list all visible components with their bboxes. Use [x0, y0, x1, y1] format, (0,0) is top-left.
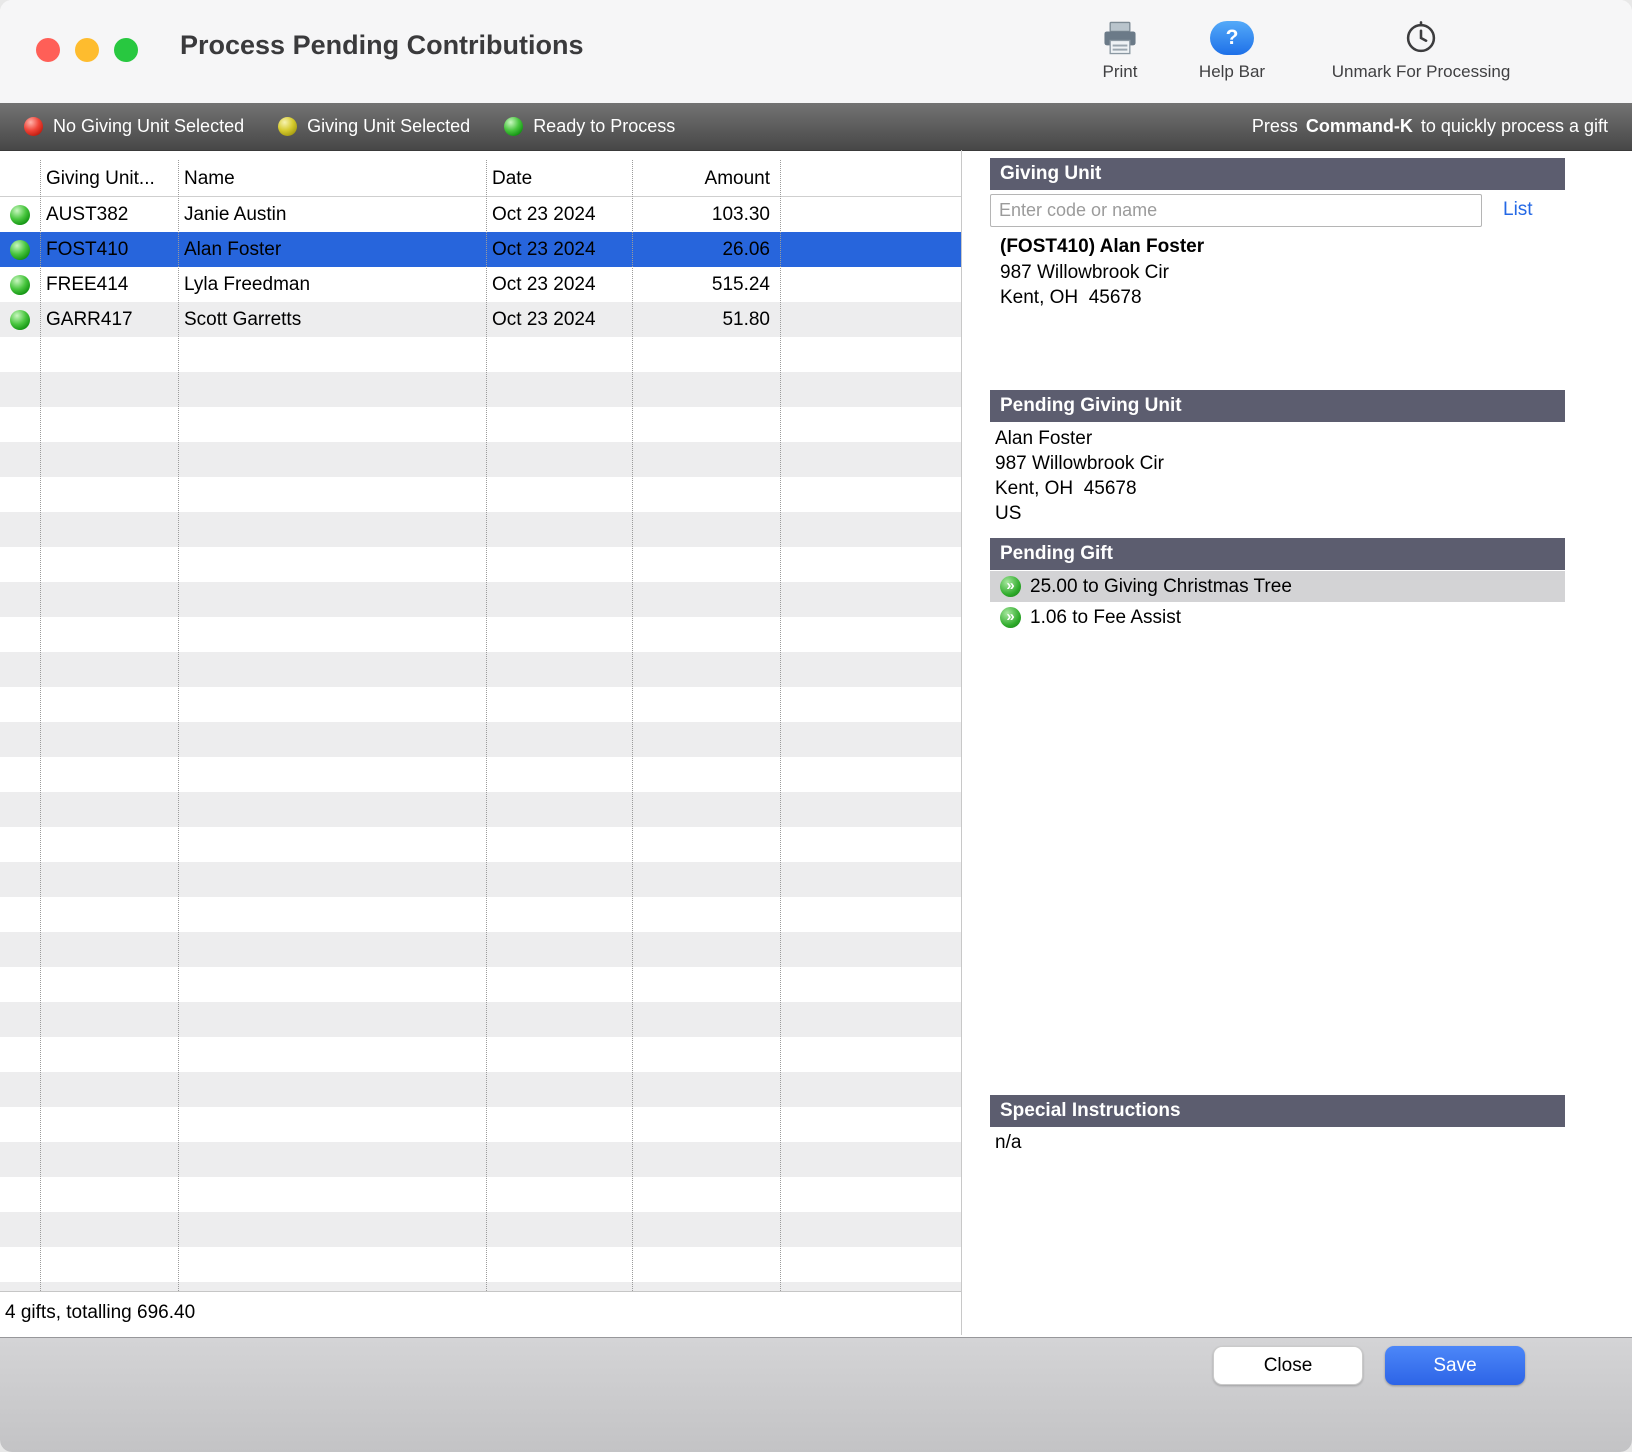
- bottom-bar: Close Save: [0, 1337, 1632, 1452]
- pending-gift-row[interactable]: 1.06 to Fee Assist: [990, 602, 1565, 633]
- clock-icon: [1300, 14, 1542, 62]
- column-header-date[interactable]: Date: [486, 160, 632, 196]
- print-label: Print: [1078, 62, 1162, 82]
- gifts-total-status: 4 gifts, totalling 696.40: [0, 1291, 961, 1335]
- row-amount: 515.24: [632, 267, 780, 302]
- pending-gift-label: 1.06 to Fee Assist: [1030, 607, 1181, 629]
- selected-giving-unit-address1: 987 Willowbrook Cir: [1000, 262, 1169, 284]
- minimize-window-button[interactable]: [75, 38, 99, 62]
- row-amount: 26.06: [632, 232, 780, 267]
- status-dot-icon: [10, 205, 30, 225]
- titlebar: Process Pending Contributions Print ? He…: [0, 0, 1632, 103]
- help-icon: ?: [1210, 21, 1254, 55]
- print-button[interactable]: Print: [1078, 14, 1162, 82]
- detail-panel: Giving Unit List (FOST410) Alan Foster 9…: [990, 150, 1565, 1335]
- unmark-for-processing-button[interactable]: Unmark For Processing: [1300, 14, 1542, 82]
- status-dot-icon: [10, 310, 30, 330]
- row-date: Oct 23 2024: [486, 197, 632, 232]
- selected-giving-unit-address2: Kent, OH 45678: [1000, 287, 1142, 309]
- save-button[interactable]: Save: [1385, 1346, 1525, 1385]
- help-bar-button[interactable]: ? Help Bar: [1180, 14, 1284, 82]
- legend-items: No Giving Unit Selected Giving Unit Selec…: [24, 116, 709, 137]
- special-instructions-header: Special Instructions: [990, 1095, 1565, 1127]
- shortcut-hint: Press Command-K to quickly process a gif…: [1252, 116, 1608, 137]
- table-row[interactable]: AUST382Janie AustinOct 23 2024103.30: [0, 197, 961, 232]
- status-dot-icon: [10, 275, 30, 295]
- row-status: [0, 197, 40, 232]
- row-date: Oct 23 2024: [486, 267, 632, 302]
- column-header-name[interactable]: Name: [178, 160, 486, 196]
- column-header-amount[interactable]: Amount: [632, 160, 780, 196]
- column-divider: [178, 160, 179, 1291]
- contributions-table-body: AUST382Janie AustinOct 23 2024103.30FOST…: [0, 197, 961, 1291]
- row-giving-unit-code: AUST382: [40, 197, 178, 232]
- traffic-lights: [36, 38, 138, 62]
- status-dot-icon: [10, 240, 30, 260]
- table-row[interactable]: GARR417Scott GarrettsOct 23 202451.80: [0, 302, 961, 337]
- row-name: Scott Garretts: [178, 302, 486, 337]
- contributions-table: Giving Unit... Name Date Amount AUST382J…: [0, 150, 962, 1335]
- special-instructions-value: n/a: [995, 1132, 1021, 1154]
- legend-bar: No Giving Unit Selected Giving Unit Selec…: [0, 103, 1632, 151]
- unmark-label: Unmark For Processing: [1300, 62, 1542, 82]
- row-status: [0, 267, 40, 302]
- status-column-header[interactable]: [0, 160, 40, 196]
- legend-label: Giving Unit Selected: [307, 116, 470, 137]
- process-arrows-icon: [1000, 576, 1021, 597]
- row-name: Lyla Freedman: [178, 267, 486, 302]
- pending-gift-row[interactable]: 25.00 to Giving Christmas Tree: [990, 571, 1565, 602]
- shortcut-prefix: Press: [1252, 116, 1298, 137]
- column-divider: [632, 160, 633, 1291]
- window-title: Process Pending Contributions: [180, 30, 584, 61]
- giving-unit-header: Giving Unit: [990, 158, 1565, 190]
- shortcut-key: Command-K: [1306, 116, 1413, 137]
- legend-item-red: No Giving Unit Selected: [24, 116, 244, 137]
- column-divider: [780, 160, 781, 1291]
- row-status: [0, 302, 40, 337]
- table-row[interactable]: FREE414Lyla FreedmanOct 23 2024515.24: [0, 267, 961, 302]
- row-amount: 51.80: [632, 302, 780, 337]
- giving-unit-search-input[interactable]: [990, 194, 1482, 227]
- shortcut-suffix: to quickly process a gift: [1421, 116, 1608, 137]
- green-status-dot-icon: [504, 117, 523, 136]
- close-button[interactable]: Close: [1213, 1346, 1363, 1385]
- row-status: [0, 232, 40, 267]
- pending-gift-list: 25.00 to Giving Christmas Tree 1.06 to Fe…: [990, 571, 1565, 633]
- red-status-dot-icon: [24, 117, 43, 136]
- legend-label: No Giving Unit Selected: [53, 116, 244, 137]
- yellow-status-dot-icon: [278, 117, 297, 136]
- legend-item-yellow: Giving Unit Selected: [278, 116, 470, 137]
- table-row[interactable]: FOST410Alan FosterOct 23 202426.06: [0, 232, 961, 267]
- selected-giving-unit-name: (FOST410) Alan Foster: [1000, 236, 1204, 258]
- row-name: Janie Austin: [178, 197, 486, 232]
- legend-item-green: Ready to Process: [504, 116, 675, 137]
- row-name: Alan Foster: [178, 232, 486, 267]
- row-giving-unit-code: FOST410: [40, 232, 178, 267]
- row-date: Oct 23 2024: [486, 232, 632, 267]
- table-header: Giving Unit... Name Date Amount: [0, 160, 961, 197]
- printer-icon: [1078, 14, 1162, 62]
- pending-gift-label: 25.00 to Giving Christmas Tree: [1030, 576, 1292, 598]
- pending-giving-unit-header: Pending Giving Unit: [990, 390, 1565, 422]
- column-divider: [40, 160, 41, 1291]
- process-arrows-icon: [1000, 607, 1021, 628]
- app-window: Process Pending Contributions Print ? He…: [0, 0, 1632, 1452]
- pending-giving-unit-address: Alan Foster 987 Willowbrook Cir Kent, OH…: [995, 426, 1164, 526]
- row-giving-unit-code: GARR417: [40, 302, 178, 337]
- legend-label: Ready to Process: [533, 116, 675, 137]
- list-link[interactable]: List: [1503, 199, 1533, 221]
- column-divider: [486, 160, 487, 1291]
- row-amount: 103.30: [632, 197, 780, 232]
- close-window-button[interactable]: [36, 38, 60, 62]
- row-giving-unit-code: FREE414: [40, 267, 178, 302]
- column-header-giving-unit[interactable]: Giving Unit...: [40, 160, 178, 196]
- row-date: Oct 23 2024: [486, 302, 632, 337]
- zoom-window-button[interactable]: [114, 38, 138, 62]
- pending-gift-header: Pending Gift: [990, 538, 1565, 570]
- help-bar-label: Help Bar: [1180, 62, 1284, 82]
